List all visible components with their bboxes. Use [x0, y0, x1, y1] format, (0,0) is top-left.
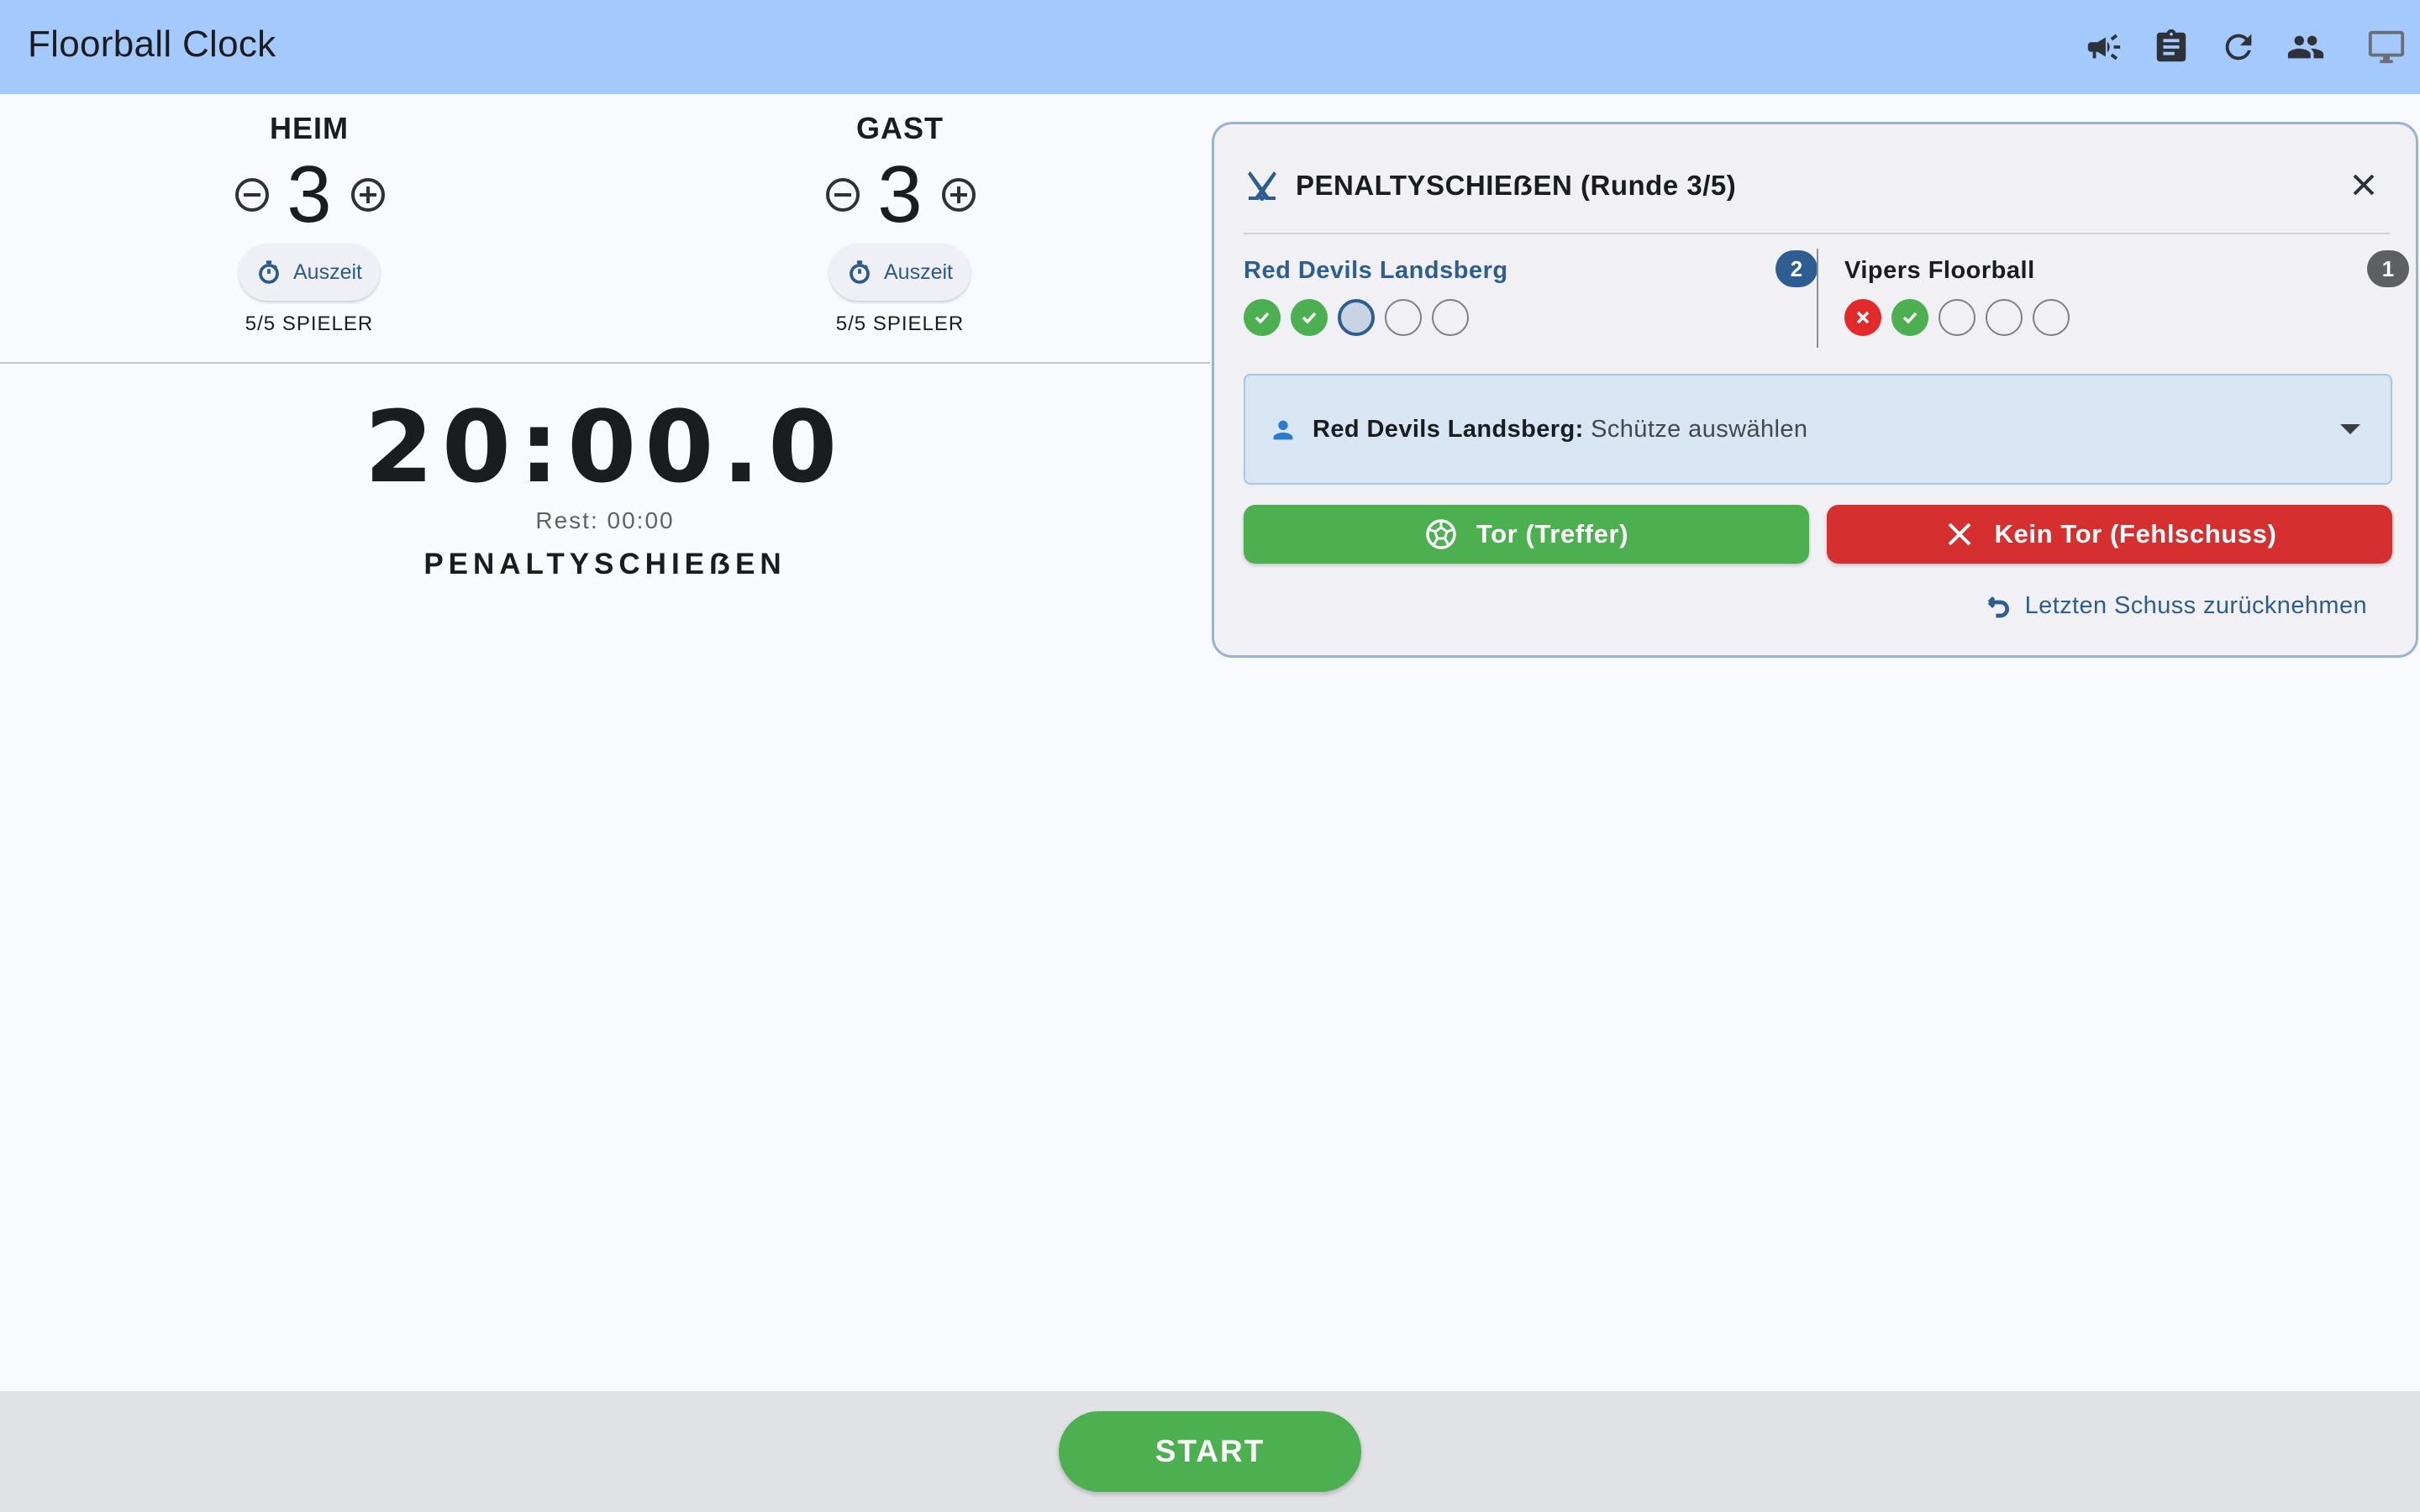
goal-button-label: Tor (Treffer)	[1476, 519, 1629, 549]
score-area: HEIM 3 Auszeit 5/5 SPIELER GAST 3 Auszei…	[0, 94, 1210, 363]
clipboard-icon[interactable]	[2149, 25, 2193, 69]
undo-link-label: Letzten Schuss zurücknehmen	[2024, 591, 2367, 619]
guest-shots-count-badge: 1	[2367, 250, 2409, 287]
shot-dot-current	[1338, 299, 1375, 336]
shooter-team-prefix: Red Devils Landsberg:	[1313, 416, 1584, 443]
undo-last-shot-link[interactable]: Letzten Schuss zurücknehmen	[1970, 585, 2391, 627]
close-button[interactable]	[2349, 170, 2379, 200]
guest-shots-team-name: Vipers Floorball	[1844, 257, 2035, 284]
miss-button[interactable]: Kein Tor (Fehlschuss)	[1827, 505, 2392, 564]
guest-team: GAST 3 Auszeit 5/5 SPIELER	[732, 94, 1068, 363]
guest-score-plus-button[interactable]	[942, 178, 976, 212]
minus-icon	[834, 193, 851, 197]
minus-icon	[244, 193, 260, 197]
home-timeout-label: Auszeit	[293, 260, 362, 284]
dropdown-arrow-icon	[2340, 424, 2360, 434]
guest-score-row: 3	[732, 153, 1068, 237]
shooter-select[interactable]: Red Devils Landsberg: Schütze auswählen	[1244, 374, 2392, 485]
guest-score-minus-button[interactable]	[826, 178, 860, 212]
bottom-bar: START	[0, 1391, 2420, 1512]
guest-timeout-label: Auszeit	[884, 260, 953, 284]
home-score: 3	[287, 150, 332, 239]
panel-header: PENALTYSCHIEẞEN (Runde 3/5)	[1214, 124, 2416, 234]
panel-separator	[1244, 233, 2390, 234]
guest-players: 5/5 SPIELER	[835, 312, 965, 335]
guest-timeout-button[interactable]: Auszeit	[829, 244, 971, 301]
shot-dot-empty	[1939, 299, 1975, 336]
person-icon	[1273, 420, 1293, 440]
shot-dot-empty	[1432, 299, 1469, 336]
check-icon	[1902, 312, 1918, 324]
close-icon	[2353, 174, 2375, 196]
undo-icon	[1987, 596, 2009, 618]
home-shots-count-badge: 2	[1776, 250, 1818, 287]
penalty-shootout-panel: PENALTYSCHIEẞEN (Runde 3/5) Red Devils L…	[1212, 122, 2418, 658]
shot-dot-hit	[1244, 299, 1281, 336]
close-icon	[1856, 311, 1870, 324]
shot-dot-empty	[1986, 299, 2023, 336]
goal-button[interactable]: Tor (Treffer)	[1244, 505, 1809, 564]
home-timeout-button[interactable]: Auszeit	[239, 244, 380, 301]
shot-dot-miss	[1844, 299, 1881, 336]
teams-separator	[1817, 249, 1818, 348]
game-phase: PENALTYSCHIEẞEN	[424, 548, 786, 580]
announcement-icon[interactable]	[2082, 25, 2126, 69]
home-players: 5/5 SPIELER	[245, 312, 374, 335]
home-team-label: HEIM	[270, 111, 349, 145]
refresh-icon[interactable]	[2217, 25, 2260, 69]
panel-title: PENALTYSCHIEẞEN (Runde 3/5)	[1296, 170, 1737, 201]
home-score-minus-button[interactable]	[235, 178, 269, 212]
shot-dot-empty	[1385, 299, 1422, 336]
home-score-plus-button[interactable]	[351, 178, 385, 212]
miss-button-label: Kein Tor (Fehlschuss)	[1994, 519, 2277, 549]
guest-team-label: GAST	[855, 111, 944, 145]
home-shots-team-name: Red Devils Landsberg	[1244, 257, 1508, 284]
start-button[interactable]: START	[1059, 1411, 1361, 1492]
shot-dot-empty	[2033, 299, 2070, 336]
close-icon	[1948, 522, 1970, 546]
game-clock: 20:00.0	[364, 389, 846, 505]
score-divider	[0, 362, 1210, 364]
guest-shots: Vipers Floorball 1	[1844, 250, 2409, 360]
timer-icon	[259, 260, 279, 284]
home-shots: Red Devils Landsberg 2	[1244, 250, 1818, 360]
timer-icon	[850, 260, 870, 284]
home-score-row: 3	[141, 153, 477, 237]
ball-icon	[1426, 519, 1456, 549]
check-icon	[1302, 312, 1317, 324]
app-bar: Floorball Clock	[0, 0, 2420, 94]
display-icon[interactable]	[2365, 25, 2408, 69]
shooter-placeholder: Schütze auswählen	[1591, 416, 1808, 443]
check-icon	[1255, 312, 1270, 324]
shot-dot-hit	[1891, 299, 1928, 336]
group-icon[interactable]	[2284, 25, 2328, 69]
shot-dot-hit	[1291, 299, 1328, 336]
guest-score: 3	[877, 150, 923, 239]
shooter-select-label: Red Devils Landsberg: Schütze auswählen	[1313, 416, 1807, 444]
app-bar-actions	[0, 25, 2420, 72]
rest-time: Rest: 00:00	[535, 507, 675, 533]
floorball-sticks-icon	[1248, 171, 1276, 201]
home-team: HEIM 3 Auszeit 5/5 SPIELER	[141, 94, 477, 363]
